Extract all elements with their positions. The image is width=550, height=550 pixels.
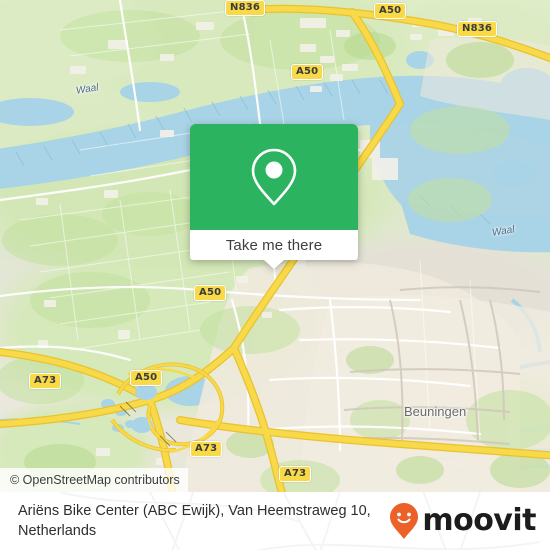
- footer-bar: Ariëns Bike Center (ABC Ewijk), Van Heem…: [0, 492, 550, 550]
- location-popup-card[interactable]: Take me there: [190, 124, 358, 269]
- moovit-wordmark: moovit: [422, 503, 536, 538]
- road-shield: A73: [190, 441, 223, 457]
- map-pin-icon: [251, 148, 297, 206]
- road-shield: A50: [130, 370, 163, 386]
- road-shield: N836: [225, 0, 266, 16]
- map-canvas[interactable]: N836 A50 N836 A50 A50 A73 A50 A73 A73 Be…: [0, 0, 550, 492]
- moovit-logo[interactable]: moovit: [388, 501, 536, 541]
- road-shield: A73: [279, 466, 312, 482]
- footer-content: Ariëns Bike Center (ABC Ewijk), Van Heem…: [0, 492, 550, 550]
- moovit-smiley-pin-icon: [390, 503, 419, 539]
- take-me-there-label: Take me there: [225, 236, 323, 254]
- osm-attribution-text: © OpenStreetMap contributors: [10, 473, 180, 487]
- road-shield: A73: [29, 373, 62, 389]
- road-shield: N836: [457, 21, 498, 37]
- osm-attribution[interactable]: © OpenStreetMap contributors: [0, 468, 188, 492]
- screenshot-root: N836 A50 N836 A50 A50 A73 A50 A73 A73 Be…: [0, 0, 550, 550]
- road-shield: A50: [291, 64, 324, 80]
- road-shield: A50: [374, 3, 407, 19]
- road-shield: A50: [194, 285, 227, 301]
- place-label-beuningen: Beuningen: [404, 404, 467, 419]
- popup-pointer-tail: [264, 260, 284, 269]
- popup-action-row[interactable]: Take me there: [190, 230, 358, 260]
- popup-header: [190, 124, 358, 230]
- location-address: Ariëns Bike Center (ABC Ewijk), Van Heem…: [18, 503, 371, 539]
